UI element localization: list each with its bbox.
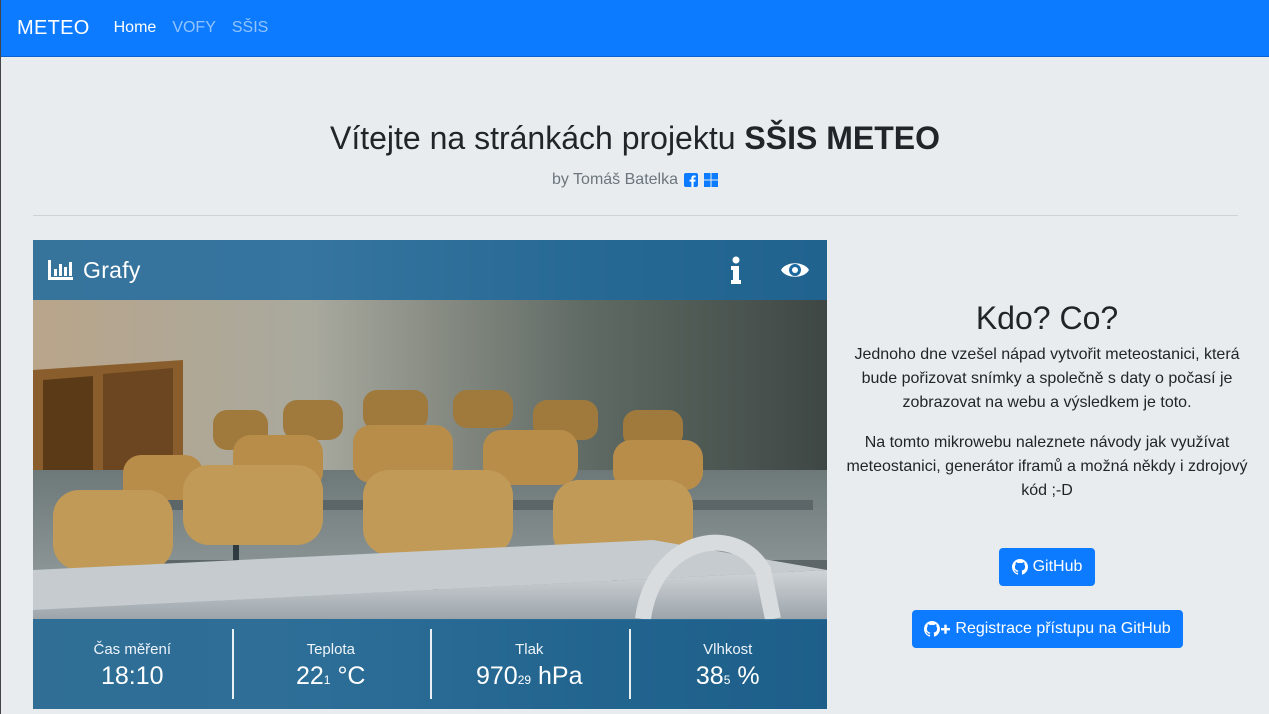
github-button-label: GitHub <box>1032 558 1083 575</box>
about-heading: Kdo? Co? <box>975 300 1119 336</box>
nav-home[interactable]: Home <box>114 19 157 37</box>
eye-icon[interactable] <box>780 258 810 282</box>
page-title-project: SŠIS METEO <box>744 120 941 156</box>
stat-time-label: Čas měření <box>93 641 172 658</box>
stat-temperature: Teplota 221 °C <box>231 619 431 709</box>
github-button[interactable]: GitHub <box>999 548 1095 586</box>
info-icon[interactable] <box>727 256 745 284</box>
bar-chart-icon <box>48 260 73 280</box>
register-button-label: Registrace přístupu na GitHub <box>955 620 1171 637</box>
windows-icon[interactable] <box>704 173 718 187</box>
nav-ssis[interactable]: SŠIS <box>232 19 268 37</box>
facebook-icon[interactable] <box>684 173 698 187</box>
stat-pressure-value: 97029 hPa <box>475 662 583 690</box>
stat-humidity-value: 385 % <box>695 662 760 690</box>
stat-pressure: Tlak 97029 hPa <box>430 619 629 709</box>
github-icon <box>1011 559 1028 575</box>
measurements-bar: Čas měření 18:10 Teplota 221 °C Tlak 970… <box>33 619 827 709</box>
stat-time: Čas měření 18:10 <box>33 619 232 709</box>
navbar: METEO Home VOFY SŠIS <box>1 0 1269 57</box>
stat-temperature-label: Teplota <box>306 641 355 658</box>
about-paragraph-2: Na tomto mikrowebu naleznete návody jak … <box>846 434 1248 499</box>
author-name: by Tomáš Batelka <box>552 171 678 188</box>
about-section: Kdo? Co? Jednoho dne vzešel nápad vytvoř… <box>843 300 1251 519</box>
header-divider <box>33 215 1238 216</box>
webcam-card: Grafy Čas měření 18:10 Teplota 221 °C Tl… <box>33 240 827 709</box>
about-paragraph-1: Jednoho dne vzešel nápad vytvořit meteos… <box>854 346 1240 411</box>
brand-logo[interactable]: METEO <box>17 17 90 40</box>
stat-humidity-label: Vlhkost <box>703 641 753 658</box>
nav-vofy[interactable]: VOFY <box>172 19 216 37</box>
stat-humidity: Vlhkost 385 % <box>628 619 828 709</box>
card-header: Grafy <box>33 240 827 300</box>
page-title: Vítejte na stránkách projektu SŠIS METEO <box>1 120 1269 157</box>
card-title[interactable]: Grafy <box>83 257 141 284</box>
stat-pressure-label: Tlak <box>515 641 544 658</box>
register-github-button[interactable]: Registrace přístupu na GitHub <box>912 610 1183 648</box>
github-plus-icon <box>924 621 951 637</box>
page-title-prefix: Vítejte na stránkách projektu <box>329 120 736 156</box>
author-byline: by Tomáš Batelka <box>1 171 1269 189</box>
stat-temperature-value: 221 °C <box>295 662 366 690</box>
stat-time-value: 18:10 <box>100 662 164 690</box>
